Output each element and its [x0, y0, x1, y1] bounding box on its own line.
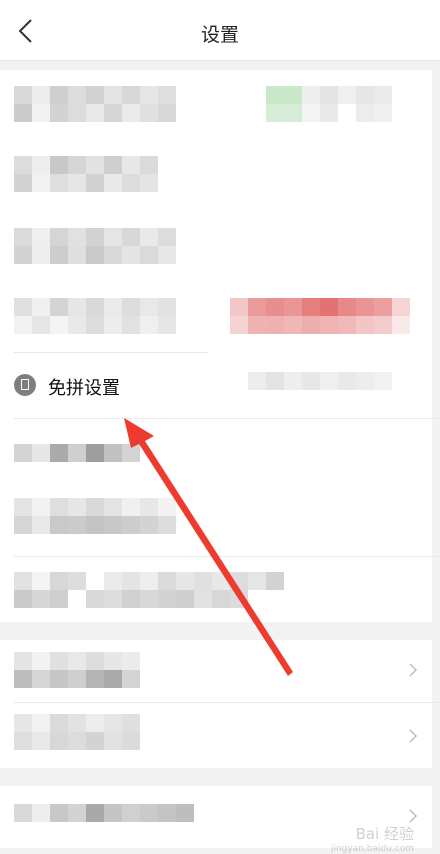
annotation-arrow [124, 418, 293, 676]
watermark-logo: Bai 经验 [355, 825, 414, 843]
watermark-url: jingyan.baidu.com [330, 844, 414, 854]
